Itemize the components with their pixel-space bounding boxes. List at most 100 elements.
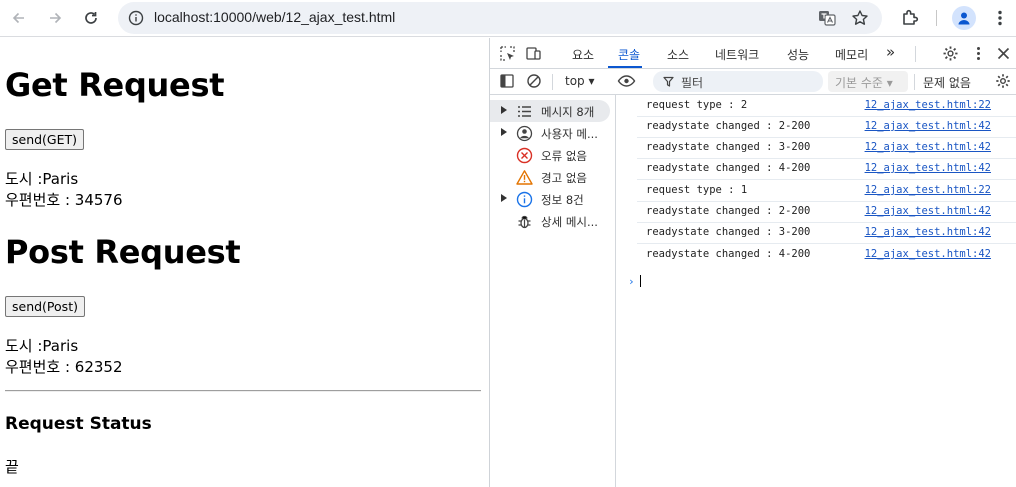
console-input[interactable] — [640, 275, 641, 287]
log-source-link[interactable]: 12_ajax_test.html:42 — [865, 120, 991, 132]
post-city-text: 도시 :Paris — [5, 337, 79, 355]
sidebar-item-verbose[interactable]: 상세 메시... — [490, 210, 616, 232]
sidebar-item-label: 경고 없음 — [541, 171, 587, 185]
sidebar-toggle-icon[interactable] — [499, 73, 515, 89]
site-info-icon[interactable] — [128, 10, 144, 26]
console-sidebar: 메시지 8개 사용자 메... 오류 없음 경고 없음 정보 8건 상세 메시.… — [490, 95, 616, 487]
sidebar-item-label: 메시지 8개 — [541, 105, 595, 119]
tab-sources[interactable]: 소스 — [667, 46, 689, 63]
extensions-puzzle-icon[interactable] — [900, 8, 920, 28]
log-level-label: 기본 수준 ▾ — [835, 76, 893, 90]
log-message: readystate changed : 3-200 — [646, 226, 811, 238]
console-log-row: request type : 1 12_ajax_test.html:22 — [637, 181, 1016, 202]
log-message: readystate changed : 4-200 — [646, 162, 811, 174]
device-toggle-icon[interactable] — [525, 45, 542, 62]
bookmark-star-icon[interactable] — [851, 9, 869, 27]
tab-network[interactable]: 네트워크 — [715, 46, 759, 63]
context-selector[interactable]: top ▾ — [565, 74, 595, 88]
toolbar-separator — [552, 74, 553, 90]
tab-elements[interactable]: 요소 — [572, 46, 594, 63]
devtools-panel: 요소 콘솔 소스 네트워크 성능 메모리 » top ▾ 필터 기본 수준 ▾ … — [489, 38, 1016, 487]
expand-arrow-icon[interactable] — [501, 106, 507, 114]
user-icon — [516, 125, 533, 142]
send-post-button[interactable]: send(Post) — [5, 296, 85, 317]
browser-toolbar: localhost:10000/web/12_ajax_test.html — [0, 0, 1016, 37]
sidebar-item-info[interactable]: 정보 8건 — [490, 188, 616, 210]
post-zip-text: 우편번호 : 62352 — [5, 358, 123, 376]
sidebar-item-label: 사용자 메... — [541, 127, 598, 141]
sidebar-item-label: 상세 메시... — [541, 215, 598, 229]
clear-console-icon[interactable] — [526, 73, 542, 89]
active-tab-indicator — [608, 66, 642, 68]
tab-memory[interactable]: 메모리 — [835, 46, 868, 63]
log-source-link[interactable]: 12_ajax_test.html:42 — [865, 205, 991, 217]
settings-gear-icon[interactable] — [942, 45, 959, 62]
person-icon — [958, 12, 970, 25]
log-source-link[interactable]: 12_ajax_test.html:42 — [865, 162, 991, 174]
sidebar-item-user-messages[interactable]: 사용자 메... — [490, 122, 616, 144]
sidebar-item-warnings[interactable]: 경고 없음 — [490, 166, 616, 188]
bug-icon — [518, 215, 531, 229]
log-message: request type : 1 — [646, 184, 748, 196]
forward-button[interactable] — [41, 4, 69, 32]
customize-menu-icon[interactable] — [970, 45, 987, 62]
page-content: Get Request send(GET) 도시 :Paris 우편번호 : 3… — [0, 38, 489, 487]
close-devtools-icon[interactable] — [995, 45, 1012, 62]
log-source-link[interactable]: 12_ajax_test.html:42 — [865, 141, 991, 153]
get-request-heading: Get Request — [5, 66, 225, 104]
console-prompt-chevron-icon: › — [628, 275, 635, 288]
reload-icon — [85, 12, 97, 24]
horizontal-rule — [5, 390, 481, 392]
toolbar-separator — [914, 74, 915, 90]
log-level-dropdown[interactable]: 기본 수준 ▾ — [828, 71, 908, 92]
inspect-element-icon[interactable] — [499, 45, 516, 62]
log-source-link[interactable]: 12_ajax_test.html:22 — [865, 99, 991, 111]
toolbar-divider — [936, 10, 937, 26]
list-icon — [518, 106, 531, 117]
filter-input[interactable]: 필터 — [653, 71, 823, 92]
log-source-link[interactable]: 12_ajax_test.html:42 — [865, 226, 991, 238]
tab-performance[interactable]: 성능 — [787, 46, 809, 63]
sidebar-item-errors[interactable]: 오류 없음 — [490, 144, 616, 166]
console-log-row: readystate changed : 3-200 12_ajax_test.… — [637, 223, 1016, 244]
sidebar-item-label: 오류 없음 — [541, 149, 587, 163]
devtools-tab-bar: 요소 콘솔 소스 네트워크 성능 메모리 » — [490, 38, 1016, 69]
send-get-button[interactable]: send(GET) — [5, 129, 85, 150]
profile-avatar[interactable] — [952, 6, 976, 30]
tab-separator — [915, 46, 916, 62]
expand-arrow-icon[interactable] — [501, 194, 507, 202]
console-log-row: readystate changed : 4-200 12_ajax_test.… — [637, 245, 1016, 266]
reload-button[interactable] — [77, 4, 105, 32]
address-bar[interactable]: localhost:10000/web/12_ajax_test.html — [118, 2, 882, 34]
error-icon — [516, 147, 533, 164]
request-status-text: 끝 — [5, 458, 19, 476]
console-log-row: request type : 2 12_ajax_test.html:22 — [637, 96, 1016, 117]
log-source-link[interactable]: 12_ajax_test.html:42 — [865, 248, 991, 260]
issues-counter[interactable]: 문제 없음 — [923, 74, 971, 91]
live-expression-eye-icon[interactable] — [617, 73, 636, 89]
get-zip-text: 우편번호 : 34576 — [5, 191, 123, 209]
console-log-row: readystate changed : 3-200 12_ajax_test.… — [637, 138, 1016, 159]
filter-placeholder: 필터 — [681, 76, 704, 90]
sidebar-item-messages[interactable]: 메시지 8개 — [490, 100, 610, 122]
console-settings-icon[interactable] — [995, 73, 1011, 89]
console-log-row: readystate changed : 2-200 12_ajax_test.… — [637, 117, 1016, 138]
log-source-link[interactable]: 12_ajax_test.html:22 — [865, 184, 991, 196]
log-message: readystate changed : 2-200 — [646, 205, 811, 217]
console-output: request type : 2 12_ajax_test.html:22 re… — [617, 95, 1016, 487]
tab-console[interactable]: 콘솔 — [618, 46, 640, 63]
expand-arrow-icon[interactable] — [501, 128, 507, 136]
more-tabs-button[interactable]: » — [886, 43, 895, 61]
back-arrow-icon — [12, 12, 24, 24]
browser-menu-icon[interactable] — [990, 8, 1010, 28]
request-status-heading: Request Status — [5, 414, 152, 434]
console-log-row: readystate changed : 2-200 12_ajax_test.… — [637, 202, 1016, 223]
get-city-text: 도시 :Paris — [5, 170, 79, 188]
url-text[interactable]: localhost:10000/web/12_ajax_test.html — [154, 9, 395, 25]
sidebar-item-label: 정보 8건 — [541, 193, 584, 207]
console-toolbar: top ▾ 필터 기본 수준 ▾ 문제 없음 — [490, 69, 1016, 95]
back-button[interactable] — [5, 4, 33, 32]
forward-arrow-icon — [50, 12, 62, 24]
translate-icon[interactable] — [818, 9, 836, 27]
filter-funnel-icon — [663, 76, 674, 87]
